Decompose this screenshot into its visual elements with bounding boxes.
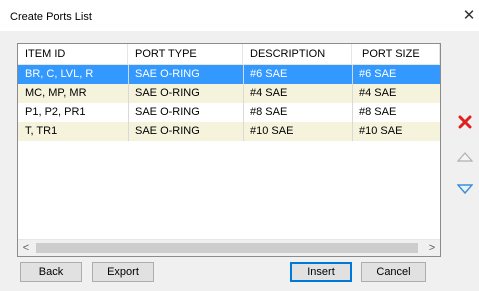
horizontal-scrollbar[interactable]: < > [18, 239, 440, 256]
column-header-port-type[interactable]: PORT TYPE [128, 44, 243, 64]
cell-item-id: P1, P2, PR1 [25, 106, 86, 118]
export-button[interactable]: Export [92, 262, 154, 282]
table-row[interactable]: P1, P2, PR1 SAE O-RING #8 SAE #8 SAE [18, 103, 440, 122]
column-header-item-id[interactable]: ITEM ID [18, 44, 128, 64]
table-row[interactable]: BR, C, LVL, R SAE O-RING #6 SAE #6 SAE [18, 65, 440, 84]
column-header-port-size[interactable]: PORT SIZE [352, 44, 440, 64]
cell-item-id: MC, MP, MR [25, 87, 87, 99]
cell-description: #4 SAE [250, 87, 288, 99]
table-row[interactable]: T, TR1 SAE O-RING #10 SAE #10 SAE [18, 122, 440, 141]
list-header: ITEM ID PORT TYPE DESCRIPTION PORT SIZE [18, 44, 440, 65]
insert-button[interactable]: Insert [290, 262, 352, 282]
close-icon[interactable]: ✕ [459, 6, 479, 26]
cell-item-id: BR, C, LVL, R [25, 68, 94, 80]
column-divider [352, 65, 353, 141]
column-header-description[interactable]: DESCRIPTION [243, 44, 352, 64]
ports-list[interactable]: ITEM ID PORT TYPE DESCRIPTION PORT SIZE … [17, 43, 441, 257]
move-down-button[interactable] [453, 178, 477, 200]
column-divider [243, 65, 244, 141]
cell-port-type: SAE O-RING [135, 68, 200, 80]
cell-port-size: #6 SAE [359, 68, 397, 80]
cell-port-size: #10 SAE [359, 125, 403, 137]
move-up-button[interactable] [453, 146, 477, 168]
cell-port-type: SAE O-RING [135, 125, 200, 137]
cell-port-size: #8 SAE [359, 106, 397, 118]
cell-port-type: SAE O-RING [135, 87, 200, 99]
cell-description: #10 SAE [250, 125, 294, 137]
scroll-right-icon[interactable]: > [424, 240, 440, 256]
table-row[interactable]: MC, MP, MR SAE O-RING #4 SAE #4 SAE [18, 84, 440, 103]
cell-description: #6 SAE [250, 68, 288, 80]
column-divider [128, 65, 129, 141]
move-down-icon [457, 184, 473, 195]
delete-x-icon [458, 115, 472, 129]
cell-port-type: SAE O-RING [135, 106, 200, 118]
cancel-button[interactable]: Cancel [361, 262, 426, 282]
delete-row-button[interactable] [453, 111, 477, 133]
back-button[interactable]: Back [20, 262, 82, 282]
cell-description: #8 SAE [250, 106, 288, 118]
cell-port-size: #4 SAE [359, 87, 397, 99]
scroll-thumb[interactable] [36, 243, 418, 253]
window-title: Create Ports List [10, 11, 92, 23]
cell-item-id: T, TR1 [25, 125, 58, 137]
scroll-left-icon[interactable]: < [18, 240, 34, 256]
move-up-icon [457, 152, 473, 162]
title-bar: Create Ports List ✕ [0, 0, 479, 31]
